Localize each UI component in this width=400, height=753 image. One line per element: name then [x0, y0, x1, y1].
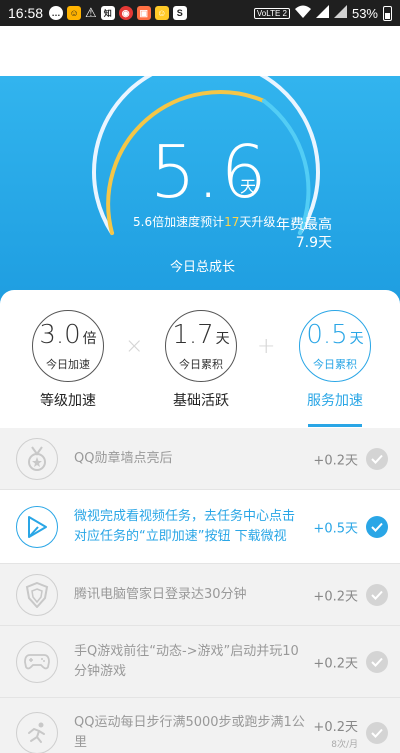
task-bonus: +0.2天	[313, 656, 358, 671]
shield-icon	[16, 573, 58, 616]
notification-icons: … ☺ ⚠ 知 ◉ ▣ ☺ S	[49, 6, 187, 21]
task-text: 腾讯电脑管家日登录达30分钟	[74, 586, 247, 602]
today-growth-label: 今日总成长	[170, 260, 236, 275]
status-bar: 16:58 … ☺ ⚠ 知 ◉ ▣ ☺ S VoLTE 2 53%	[0, 0, 400, 26]
task-text: QQ勋章墙点亮后	[74, 450, 173, 466]
signal-icon	[333, 4, 347, 22]
level-boost-sub: 今日加速	[46, 358, 90, 371]
tab-level-boost[interactable]: 等级加速	[18, 390, 118, 410]
check-icon	[366, 650, 388, 673]
app-icon: ☺	[154, 6, 169, 20]
task-text: 手Q游戏前往“动态->游戏”启动并玩10分钟游戏	[74, 643, 299, 679]
annual-label: 年费最高	[276, 217, 332, 233]
level-boost-value: 3.0 倍	[39, 320, 97, 350]
warning-icon: ⚠	[85, 5, 97, 21]
clock: 16:58	[8, 5, 44, 21]
growth-hero: 5.6 天 5.6倍加速度预计17天升级 年费最高 7.9天 今日总成长	[0, 76, 400, 310]
gamepad-icon	[16, 640, 58, 683]
volte-badge: VoLTE 2	[253, 7, 290, 19]
annual-value: 7.9天	[295, 235, 332, 251]
task-bonus: +0.2天	[313, 589, 358, 604]
signal-icon	[315, 4, 329, 22]
running-icon	[16, 711, 58, 753]
list-item[interactable]: 微视完成看视频任务，去任务中心点击对应任务的“立即加速”按钮 下载微视 +0.5…	[0, 490, 400, 564]
upgrade-prediction: 5.6倍加速度预计17天升级	[133, 213, 275, 230]
plus-sign: +	[257, 334, 276, 359]
service-boost-value: 0.5 天	[306, 320, 364, 350]
basic-active-sub: 今日累积	[179, 358, 223, 371]
task-text: 微视完成看视频任务，去任务中心点击对应任务的“立即加速”按钮 下载微视	[74, 508, 296, 544]
app-icon: ▣	[136, 6, 151, 20]
check-icon	[366, 583, 388, 606]
annual-max: 年费最高 7.9天	[276, 216, 332, 252]
basic-active-circle[interactable]: 1.7 天 今日累积	[165, 310, 237, 382]
list-item[interactable]: QQ运动每日步行满5000步或跑步满1公里 +0.2天 8次/月	[0, 698, 400, 753]
weibo-icon: ◉	[118, 6, 133, 20]
task-bonus: +0.2天 8次/月	[313, 719, 358, 750]
basic-active-value: 1.7 天	[172, 320, 230, 350]
play-video-icon	[16, 505, 58, 548]
battery-icon	[383, 5, 392, 21]
check-icon	[366, 515, 388, 538]
check-icon	[366, 721, 388, 744]
medal-icon	[16, 437, 58, 480]
task-text: QQ运动每日步行满5000步或跑步满1公里	[74, 714, 305, 750]
list-item[interactable]: QQ勋章墙点亮后 +0.2天	[0, 428, 400, 490]
service-boost-circle[interactable]: 0.5 天 今日累积	[299, 310, 371, 382]
growth-unit: 天	[240, 177, 257, 196]
chat-bubble-icon: …	[49, 6, 64, 20]
header-bar	[0, 26, 400, 76]
tab-service-boost[interactable]: 服务加速	[285, 390, 385, 410]
task-limit: 8次/月	[331, 739, 358, 750]
zhihu-icon: 知	[100, 6, 115, 20]
wifi-icon	[294, 5, 311, 22]
tab-basic-active[interactable]: 基础活跃	[151, 390, 251, 410]
list-item[interactable]: 手Q游戏前往“动态->游戏”启动并玩10分钟游戏 +0.2天	[0, 626, 400, 698]
service-boost-sub: 今日累积	[313, 358, 357, 371]
active-tab-indicator	[308, 424, 362, 427]
app-icon: ☺	[67, 6, 82, 20]
check-icon	[366, 447, 388, 470]
predict-prefix: 5.6倍加速度预计	[133, 215, 225, 229]
multiply-sign: ×	[125, 334, 144, 359]
s-app-icon: S	[172, 6, 187, 20]
list-item[interactable]: 腾讯电脑管家日登录达30分钟 +0.2天	[0, 564, 400, 626]
level-boost-circle[interactable]: 3.0 倍 今日加速	[32, 310, 104, 382]
task-list: QQ勋章墙点亮后 +0.2天 微视完成看视频任务，去任务中心点击对应任务的“立即…	[0, 428, 400, 753]
battery-percent: 53%	[351, 5, 378, 21]
growth-value: 5.6	[150, 130, 268, 214]
predict-suffix: 天升级	[239, 215, 276, 229]
task-bonus: +0.5天	[313, 521, 358, 536]
predict-days: 17	[224, 215, 240, 229]
task-bonus: +0.2天	[313, 453, 358, 468]
